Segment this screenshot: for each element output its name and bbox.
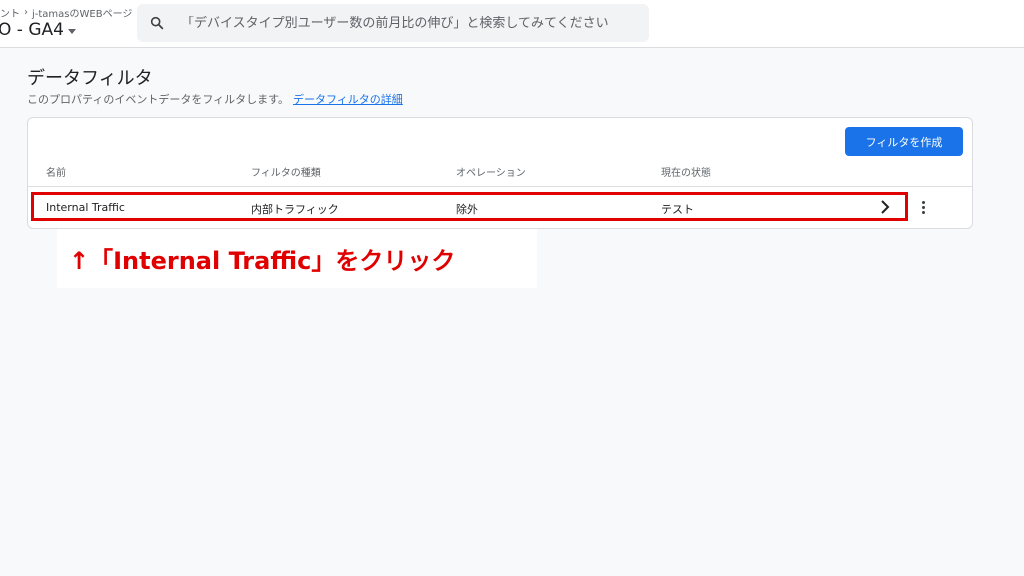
search-bar[interactable] [137,4,649,42]
search-input[interactable] [181,15,641,31]
annotation-text: ↑「Internal Traffic」をクリック [69,247,456,275]
subtitle-text: このプロパティのイベントデータをフィルタします。 [27,93,290,106]
breadcrumb-property[interactable]: j-tamasのWEBページ [32,5,132,20]
property-selector[interactable]: O - GA4 [0,20,76,40]
page-subtitle: このプロパティのイベントデータをフィルタします。 データフィルタの詳細 [27,91,403,107]
column-header-operation: オペレーション [456,168,526,179]
caret-down-icon [67,28,76,34]
breadcrumb[interactable]: ント › j-tamasのWEBページ [0,5,132,20]
more-vert-icon[interactable] [915,198,931,216]
chevron-right-icon[interactable] [877,199,893,215]
row-highlight-box [31,192,908,221]
page-title: データフィルタ [27,68,153,89]
column-header-filter-type: フィルタの種類 [251,168,321,179]
breadcrumb-account[interactable]: ント [0,5,20,20]
property-name: O - GA4 [0,20,64,40]
learn-more-link[interactable]: データフィルタの詳細 [293,93,403,106]
breadcrumb-separator-icon: › [24,7,28,18]
create-filter-button[interactable]: フィルタを作成 [845,127,963,156]
header-divider [28,186,972,187]
column-header-status: 現在の状態 [661,168,711,179]
search-icon[interactable] [137,4,177,42]
top-app-bar: ント › j-tamasのWEBページ O - GA4 [0,0,1024,48]
annotation-callout: ↑「Internal Traffic」をクリック [57,229,537,288]
column-header-name: 名前 [46,168,66,179]
